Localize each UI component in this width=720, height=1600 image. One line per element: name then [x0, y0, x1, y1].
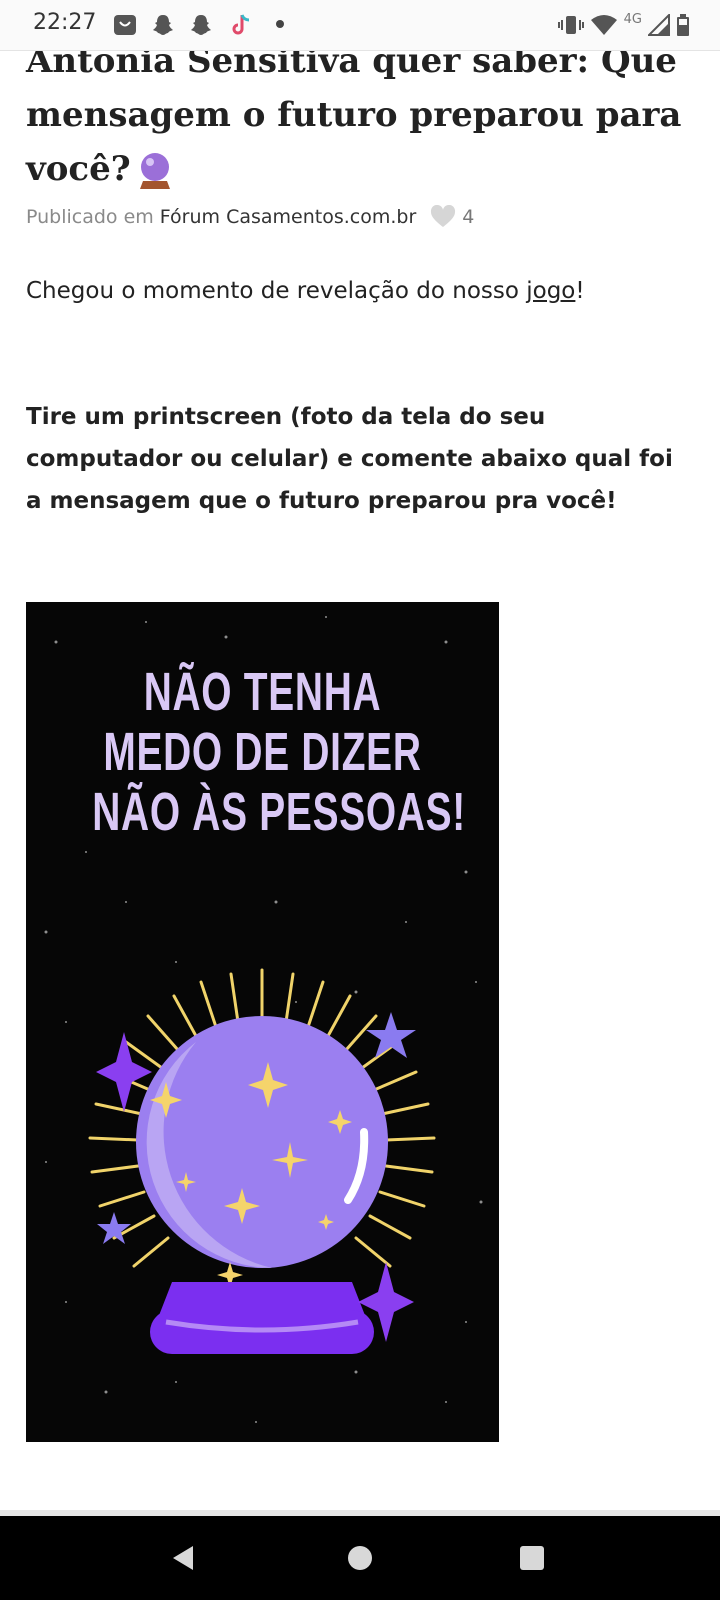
- post-image[interactable]: NÃO TENHA MEDO DE DIZER NÃO ÀS PESSOAS!: [26, 602, 499, 1442]
- article-title-text: Antonia Sensitiva quer saber: Que mensag…: [26, 41, 682, 189]
- published-prefix: Publicado em: [26, 206, 154, 228]
- navigation-bar: [0, 1516, 720, 1600]
- snapchat-icon: [188, 12, 214, 38]
- forum-link[interactable]: Fórum Casamentos.com.br: [160, 206, 416, 228]
- image-message-line-1: NÃO TENHA: [143, 662, 382, 722]
- instructions-paragraph: Tire um printscreen (foto da tela do seu…: [26, 404, 673, 514]
- recents-icon[interactable]: [512, 1538, 552, 1578]
- image-message: NÃO TENHA MEDO DE DIZER NÃO ÀS PESSOAS!: [92, 662, 466, 842]
- intro-paragraph: Chegou o momento de revelação do nosso j…: [26, 278, 585, 304]
- snapchat-icon: [150, 12, 176, 38]
- crystal-ball-icon: [139, 153, 170, 189]
- vibrate-icon: [557, 16, 584, 34]
- tiktok-icon: [228, 12, 254, 38]
- network-type: 4G: [623, 11, 642, 27]
- app-notification-icon: [112, 12, 138, 38]
- home-icon[interactable]: [340, 1538, 380, 1578]
- more-notifications-dot: [276, 20, 284, 28]
- intro-text: Chegou o momento de revelação do nosso: [26, 278, 527, 304]
- post-meta: Publicado em Fórum Casamentos.com.br 4: [26, 205, 474, 229]
- status-bar: 22:27 4G: [0, 0, 720, 51]
- image-message-line-2: MEDO DE DIZER: [103, 722, 422, 782]
- like-count: 4: [462, 206, 475, 228]
- intro-end: !: [575, 278, 585, 304]
- wifi-icon: [590, 15, 617, 35]
- heart-icon[interactable]: [430, 205, 456, 229]
- back-icon[interactable]: [164, 1538, 204, 1578]
- battery-icon: [677, 14, 689, 36]
- image-message-line-3: NÃO ÀS PESSOAS!: [92, 782, 466, 842]
- article-title: Antonia Sensitiva quer saber: Que mensag…: [26, 34, 686, 196]
- status-time: 22:27: [33, 10, 97, 35]
- signal-icon: [648, 14, 670, 36]
- game-link[interactable]: jogo: [526, 278, 575, 304]
